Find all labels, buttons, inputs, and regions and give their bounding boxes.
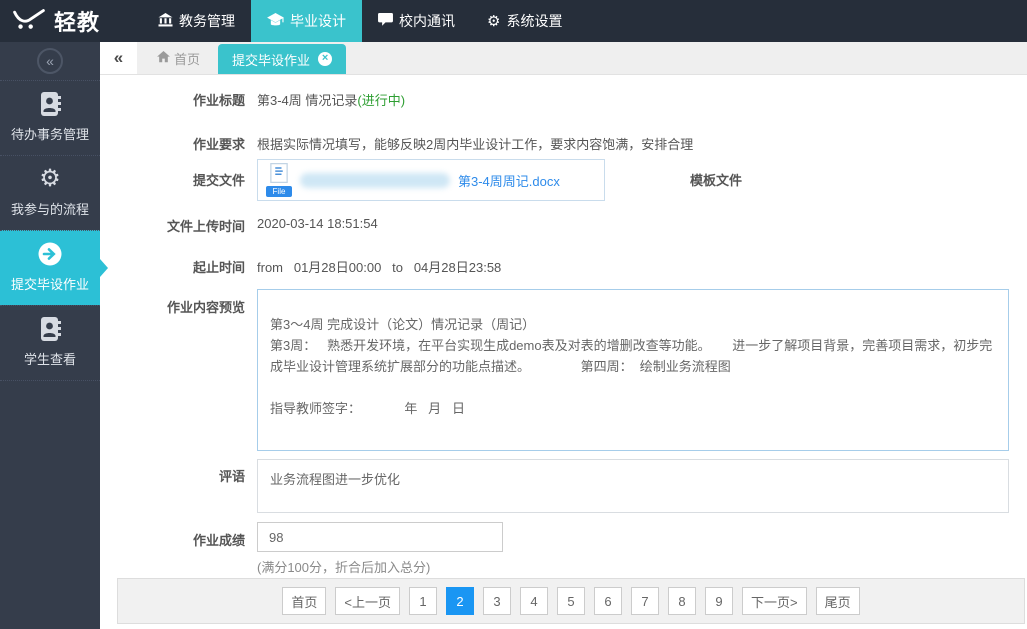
content-preview-textarea[interactable]: 第3～4周 完成设计（论文）情况记录（周记） 第3周： 熟悉开发环境，在平台实现… <box>257 289 1009 451</box>
arrow-right-circle-icon <box>0 241 100 267</box>
pagination-bar: 首页 <上一页 1 2 3 4 5 6 7 8 9 下一页> 尾页 <box>117 578 1025 624</box>
score-hint: (满分100分，折合后加入总分) <box>257 557 430 576</box>
template-file-label: 模板文件 <box>690 170 770 189</box>
pagination-first[interactable]: 首页 <box>282 587 326 615</box>
pagination-prev[interactable]: <上一页 <box>335 587 400 615</box>
nav-item-academic[interactable]: 教务管理 <box>142 0 251 42</box>
to-label: to <box>392 260 403 275</box>
redacted-student-name <box>300 173 450 188</box>
top-navbar: 轻教 教务管理 毕业设计 校内通讯 ⚙ 系统设置 <box>0 0 1027 42</box>
logo-icon <box>12 8 46 35</box>
app-window: 轻教 教务管理 毕业设计 校内通讯 ⚙ 系统设置 « <box>0 0 1027 629</box>
pagination-page-6[interactable]: 6 <box>594 587 622 615</box>
to-value: 04月28日23:58 <box>414 260 501 275</box>
sidebar-item-label: 提交毕设作业 <box>11 277 89 292</box>
graduation-cap-icon <box>267 13 284 30</box>
nav-item-campus-mail[interactable]: 校内通讯 <box>362 0 471 42</box>
app-logo[interactable]: 轻教 <box>0 0 114 42</box>
nav-item-system-settings[interactable]: ⚙ 系统设置 <box>471 0 578 42</box>
sidebar-item-submit-assignment[interactable]: 提交毕设作业 <box>0 230 100 305</box>
word-file-icon: File <box>266 163 292 197</box>
upload-time-value: 2020-03-14 18:51:54 <box>257 216 378 231</box>
logo-text: 轻教 <box>54 5 100 37</box>
comment-textarea[interactable]: 业务流程图进一步优化 <box>257 459 1009 513</box>
pagination-last[interactable]: 尾页 <box>816 587 860 615</box>
sidebar-collapse-row: « <box>0 42 100 80</box>
assignment-title-label: 作业标题 <box>100 90 245 109</box>
pagination-page-8[interactable]: 8 <box>668 587 696 615</box>
tab-home-label: 首页 <box>174 49 200 68</box>
status-in-progress: (进行中) <box>357 93 405 108</box>
tab-submit-assignment[interactable]: 提交毕设作业 × <box>218 44 346 74</box>
assignment-title-value: 第3-4周 情况记录(进行中) <box>257 90 405 109</box>
sidebar-separator <box>0 380 100 390</box>
pagination-page-2-current[interactable]: 2 <box>446 587 474 615</box>
sidebar-item-label: 待办事务管理 <box>11 127 89 142</box>
sidebar-item-my-processes[interactable]: ⚙ 我参与的流程 <box>0 155 100 230</box>
pagination-page-1[interactable]: 1 <box>409 587 437 615</box>
submit-file-label: 提交文件 <box>100 170 245 189</box>
sidebar-collapse-button[interactable]: « <box>37 48 63 74</box>
tabs-collapse-button[interactable]: « <box>100 42 137 74</box>
pagination-page-9[interactable]: 9 <box>705 587 733 615</box>
nav-item-label: 教务管理 <box>179 11 235 31</box>
score-input[interactable] <box>257 522 503 552</box>
pagination-next[interactable]: 下一页> <box>742 587 807 615</box>
bank-icon <box>158 13 173 30</box>
sidebar-item-student-view[interactable]: 学生查看 <box>0 305 100 380</box>
sidebar-item-label: 我参与的流程 <box>11 202 89 217</box>
nav-item-label: 系统设置 <box>506 11 562 31</box>
tab-home[interactable]: 首页 <box>137 42 218 74</box>
time-range-label: 起止时间 <box>100 257 245 276</box>
pagination-page-4[interactable]: 4 <box>520 587 548 615</box>
comment-label: 评语 <box>100 466 245 485</box>
chat-icon <box>378 13 393 30</box>
pagination-page-5[interactable]: 5 <box>557 587 585 615</box>
upload-time-label: 文件上传时间 <box>100 216 245 235</box>
from-value: 01月28日00:00 <box>294 260 381 275</box>
sidebar: « 待办事务管理 ⚙ 我参与的流程 提交毕设作业 学生查看 <box>0 42 100 629</box>
close-icon[interactable]: × <box>318 52 332 66</box>
tab-bar: « 首页 提交毕设作业 × <box>100 42 1027 75</box>
file-badge: File <box>266 186 292 197</box>
tab-active-label: 提交毕设作业 <box>232 50 310 69</box>
nav-item-graduation-design[interactable]: 毕业设计 <box>251 0 362 42</box>
from-label: from <box>257 260 283 275</box>
submitted-file-box: File 第3-4周周记.docx <box>257 159 605 201</box>
assignment-requirement-value: 根据实际情况填写，能够反映2周内毕业设计工作，要求内容饱满，安排合理 <box>257 134 693 153</box>
nav-item-label: 校内通讯 <box>399 11 455 31</box>
assignment-requirement-label: 作业要求 <box>100 134 245 153</box>
nav-item-label: 毕业设计 <box>290 11 346 31</box>
sidebar-item-label: 学生查看 <box>24 352 76 367</box>
score-label: 作业成绩 <box>100 530 245 549</box>
gear-icon: ⚙ <box>487 14 500 29</box>
active-item-notch <box>100 259 108 277</box>
contact-card-icon <box>0 316 100 342</box>
time-range-value: from 01月28日00:00 to 04月28日23:58 <box>257 257 501 276</box>
pagination-page-7[interactable]: 7 <box>631 587 659 615</box>
contact-card-icon <box>0 91 100 117</box>
pagination-page-3[interactable]: 3 <box>483 587 511 615</box>
gear-icon: ⚙ <box>0 166 100 192</box>
assignment-detail-form: 作业标题 第3-4周 情况记录(进行中) 作业要求 根据实际情况填写，能够反映2… <box>100 76 1027 629</box>
home-icon <box>157 51 170 66</box>
submitted-file-link[interactable]: 第3-4周周记.docx <box>458 171 560 190</box>
sidebar-item-todo-management[interactable]: 待办事务管理 <box>0 80 100 155</box>
content-preview-label: 作业内容预览 <box>100 297 245 316</box>
assignment-title-text: 第3-4周 情况记录 <box>257 93 357 108</box>
